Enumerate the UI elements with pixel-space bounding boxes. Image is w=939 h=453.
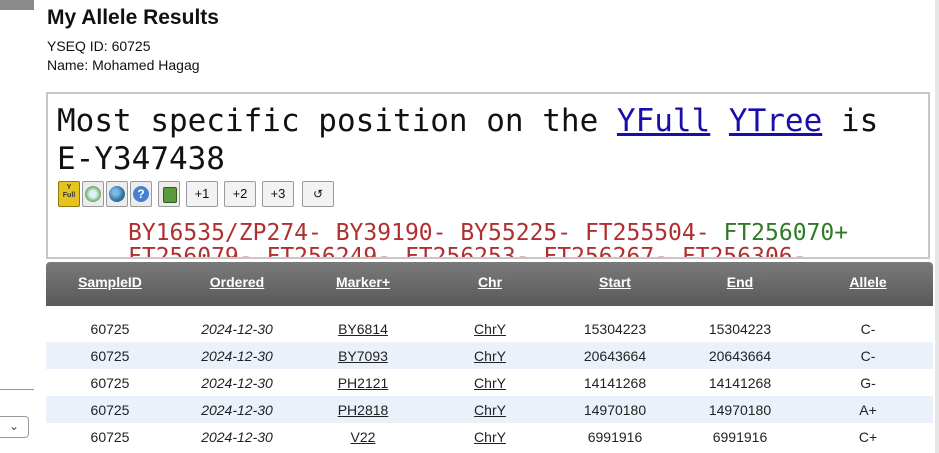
table-row: 60725 2024-12-30 BY6814 ChrY 15304223 15… [46, 315, 933, 342]
page-title: My Allele Results [47, 6, 219, 29]
table-row: 60725 2024-12-30 PH2818 ChrY 14970180 14… [46, 396, 933, 423]
cell-ordered: 2024-12-30 [201, 348, 273, 364]
position-suffix: is [840, 103, 879, 139]
cell-ordered: 2024-12-30 [201, 429, 273, 445]
cell-chr[interactable]: ChrY [450, 348, 530, 364]
cell-sampleid: 60725 [90, 402, 130, 418]
cell-allele: C- [860, 321, 876, 337]
header-start[interactable]: Start [565, 274, 665, 290]
tree-icon [85, 186, 101, 202]
table-row: 60725 2024-12-30 BY7093 ChrY 20643664 20… [46, 342, 933, 369]
cell-end: 20643664 [708, 348, 772, 364]
cell-sampleid: 60725 [90, 321, 130, 337]
header-allele[interactable]: Allele [818, 274, 918, 290]
cell-marker[interactable]: V22 [318, 429, 408, 445]
help-button[interactable]: ? [130, 181, 152, 207]
ytree-link[interactable]: YTree [729, 103, 822, 139]
cell-end: 14970180 [708, 402, 772, 418]
cell-chr[interactable]: ChrY [450, 402, 530, 418]
cell-end: 6991916 [712, 429, 768, 445]
allele-results-table: SampleID Ordered Marker+ Chr Start End A… [46, 262, 933, 453]
cell-allele: C+ [858, 429, 878, 445]
reset-button[interactable]: ↺ [302, 181, 334, 207]
cell-allele: A+ [859, 402, 877, 418]
cell-end: 14141268 [708, 375, 772, 391]
cell-chr[interactable]: ChrY [450, 429, 530, 445]
cell-start: 20643664 [583, 348, 647, 364]
cell-marker[interactable]: BY7093 [318, 348, 408, 364]
left-sidebar: ⌄ [0, 0, 35, 453]
tree-view-button[interactable] [82, 181, 104, 207]
globe-icon [109, 186, 125, 202]
cell-marker[interactable]: BY6814 [318, 321, 408, 337]
plus-three-button[interactable]: +3 [262, 181, 294, 207]
header-sampleid[interactable]: SampleID [60, 274, 160, 290]
snp-list: BY16535/ZP274- BY39190- BY55225- FT25550… [128, 220, 848, 246]
cell-marker[interactable]: PH2818 [318, 402, 408, 418]
cell-sampleid: 60725 [90, 375, 130, 391]
table-row: 60725 2024-12-30 V22 ChrY 6991916 699191… [46, 423, 933, 450]
header-marker[interactable]: Marker+ [318, 274, 408, 290]
cell-sampleid: 60725 [90, 348, 130, 364]
chevron-down-icon: ⌄ [9, 419, 20, 433]
header-end[interactable]: End [690, 274, 790, 290]
yfull-link[interactable]: YFull [617, 103, 710, 139]
calculator-icon [163, 187, 177, 203]
cell-start: 15304223 [583, 321, 647, 337]
cell-chr[interactable]: ChrY [450, 375, 530, 391]
yfull-full-label: Y Full [62, 184, 76, 199]
cell-marker[interactable]: PH2121 [318, 375, 408, 391]
globe-button[interactable] [106, 181, 128, 207]
plus-two-button[interactable]: +2 [224, 181, 256, 207]
help-icon: ? [133, 186, 149, 202]
cell-start: 14141268 [583, 375, 647, 391]
cell-sampleid: 60725 [90, 429, 130, 445]
header-chr[interactable]: Chr [450, 274, 530, 290]
calculator-button[interactable] [158, 181, 180, 207]
vertical-scrollbar[interactable] [935, 0, 939, 453]
table-header: SampleID Ordered Marker+ Chr Start End A… [46, 262, 933, 306]
cell-allele: C- [860, 348, 876, 364]
sidebar-divider [0, 389, 34, 390]
table-row: 60725 2024-12-30 PH2121 ChrY 14141268 14… [46, 369, 933, 396]
yfull-full-button[interactable]: Y Full [58, 181, 80, 207]
haplogroup: E-Y347438 [57, 141, 225, 177]
cell-ordered: 2024-12-30 [201, 321, 273, 337]
cell-ordered: 2024-12-30 [201, 375, 273, 391]
cell-chr[interactable]: ChrY [450, 321, 530, 337]
cell-end: 15304223 [708, 321, 772, 337]
cell-start: 14970180 [583, 402, 647, 418]
cell-ordered: 2024-12-30 [201, 402, 273, 418]
most-specific-position: Most specific position on the YFull YTre… [57, 102, 927, 178]
sidebar-top-bar [0, 0, 34, 10]
customer-name: Name: Mohamed Hagag [47, 57, 200, 73]
cell-allele: G- [860, 375, 876, 391]
main-panel: My Allele Results YSEQ ID: 60725 Name: M… [34, 0, 939, 453]
snp-negative-list: BY16535/ZP274- BY39190- BY55225- FT25550… [128, 220, 710, 246]
sidebar-select[interactable]: ⌄ [0, 416, 29, 438]
snp-list-continued: FT256079- FT256249- FT256253- FT256267- … [128, 244, 807, 259]
cell-start: 6991916 [587, 429, 643, 445]
yfull-position-box: Most specific position on the YFull YTre… [46, 92, 930, 259]
position-prefix: Most specific position on the [57, 103, 599, 139]
snp-positive: FT256070+ [723, 220, 849, 246]
plus-one-button[interactable]: +1 [186, 181, 218, 207]
header-ordered[interactable]: Ordered [192, 274, 282, 290]
yseq-id: YSEQ ID: 60725 [47, 38, 151, 54]
